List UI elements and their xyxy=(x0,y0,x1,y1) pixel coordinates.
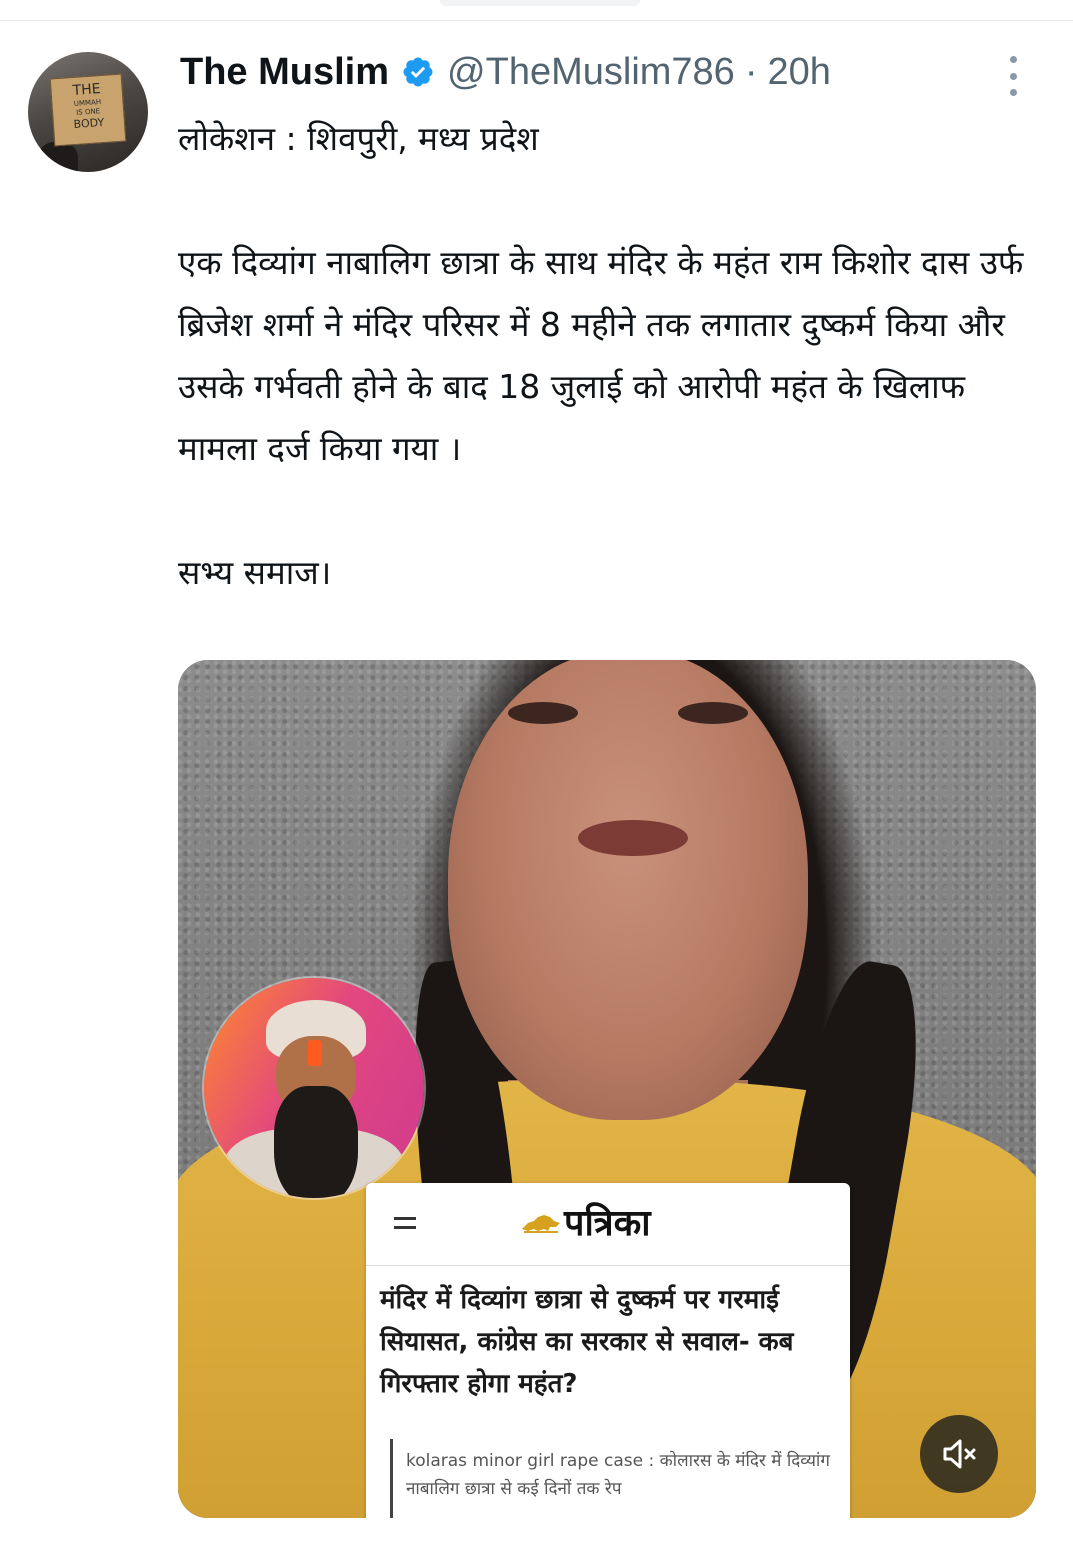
video-figure-eye xyxy=(678,702,748,724)
brand-name: पत्रिका xyxy=(564,1203,651,1244)
video-figure-mouth xyxy=(578,820,688,856)
tweet-header: The Muslim @TheMuslim786 · 20h xyxy=(180,46,831,98)
lion-logo-icon xyxy=(522,1214,560,1233)
divider xyxy=(0,20,1073,21)
hamburger-menu-icon xyxy=(394,1217,416,1235)
verified-badge-icon xyxy=(403,57,433,87)
avatar-arm xyxy=(38,142,78,172)
location-line: लोकेशन : शिवपुरी, मध्य प्रदेश xyxy=(178,119,539,158)
video-figure-eye xyxy=(508,702,578,724)
news-headline: मंदिर में दिव्यांग छात्रा से दुष्कर्म पर… xyxy=(380,1285,794,1399)
tweet-text: लोकेशन : शिवपुरी, मध्य प्रदेश एक दिव्यां… xyxy=(178,108,1048,604)
news-screenshot-card: पत्रिका मंदिर में दिव्यांग छात्रा से दुष… xyxy=(366,1183,850,1518)
video-player[interactable]: पत्रिका मंदिर में दिव्यांग छात्रा से दुष… xyxy=(178,660,1036,1518)
separator-dot: · xyxy=(744,50,758,93)
tweet-body: एक दिव्यांग नाबालिग छात्रा के साथ मंदिर … xyxy=(178,243,1024,468)
avatar[interactable]: THE UMMAH IS ONE BODY xyxy=(28,52,148,172)
mute-button[interactable] xyxy=(920,1415,998,1493)
timestamp[interactable]: 20h xyxy=(767,51,830,94)
more-options-icon[interactable] xyxy=(1002,56,1024,96)
card-divider xyxy=(366,1265,850,1266)
display-name[interactable]: The Muslim xyxy=(180,51,389,94)
handle[interactable]: @TheMuslim786 xyxy=(447,51,735,94)
video-figure-face xyxy=(448,660,808,1120)
speaker-muted-icon xyxy=(943,1439,976,1469)
newspaper-brand: पत्रिका xyxy=(520,1197,651,1246)
excerpt-bar xyxy=(390,1439,393,1518)
news-excerpt: kolaras minor girl rape case : कोलारस के… xyxy=(406,1451,830,1499)
top-edge xyxy=(440,0,640,6)
avatar-sign: THE UMMAH IS ONE BODY xyxy=(49,73,127,147)
tweet-closing: सभ्य समाज। xyxy=(178,553,332,592)
inset-portrait xyxy=(204,978,424,1198)
